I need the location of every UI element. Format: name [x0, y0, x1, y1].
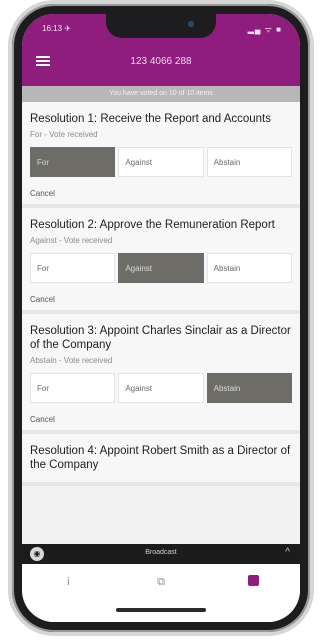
- vote-against-button[interactable]: Against: [118, 147, 204, 177]
- voting-icon: [248, 575, 260, 586]
- tab-info[interactable]: i: [22, 576, 115, 588]
- resolution-list: Resolution 1: Receive the Report and Acc…: [22, 102, 300, 486]
- resolution-title: Resolution 3: Appoint Charles Sinclair a…: [30, 325, 291, 351]
- vote-abstain-button[interactable]: Abstain: [206, 373, 292, 403]
- resolution-status: For - Vote received: [30, 130, 98, 139]
- resolution-item: Resolution 2: Approve the Remuneration R…: [22, 208, 300, 314]
- resolution-item: Resolution 4: Appoint Robert Smith as a …: [22, 434, 300, 486]
- vote-options: For Against Abstain: [30, 253, 292, 283]
- resolution-status: Against - Vote received: [30, 236, 113, 245]
- cancel-vote-button[interactable]: Cancel: [30, 291, 292, 304]
- tab-voting[interactable]: [207, 575, 300, 589]
- vote-for-button[interactable]: For: [30, 253, 116, 283]
- status-icons: ▂▄ ᯤ ■: [247, 25, 282, 34]
- tab-messages[interactable]: ⧉: [115, 576, 208, 589]
- broadcast-bar[interactable]: ◉ Broadcast ^: [22, 544, 300, 564]
- vote-for-button[interactable]: For: [30, 147, 116, 177]
- resolution-title: Resolution 2: Approve the Remuneration R…: [30, 219, 275, 231]
- messages-icon: ⧉: [157, 575, 165, 588]
- chevron-up-icon[interactable]: ^: [285, 547, 290, 558]
- vote-against-button[interactable]: Against: [118, 373, 204, 403]
- tab-bar: i ⧉: [22, 564, 300, 600]
- resolution-status: Abstain - Vote received: [30, 356, 113, 365]
- info-icon: i: [67, 576, 70, 588]
- vote-options: For Against Abstain: [30, 147, 292, 177]
- cancel-vote-button[interactable]: Cancel: [30, 411, 292, 424]
- vote-options: For Against Abstain: [30, 373, 292, 403]
- vote-against-button[interactable]: Against: [118, 253, 204, 283]
- resolution-item: Resolution 3: Appoint Charles Sinclair a…: [22, 314, 300, 434]
- vote-for-button[interactable]: For: [30, 373, 116, 403]
- bottom-area: ◉ Broadcast ^ i ⧉: [22, 544, 300, 622]
- resolution-title: Resolution 4: Appoint Robert Smith as a …: [30, 445, 291, 471]
- cancel-vote-button[interactable]: Cancel: [30, 185, 292, 198]
- resolution-title: Resolution 1: Receive the Report and Acc…: [30, 113, 272, 125]
- notch: [106, 14, 216, 38]
- broadcast-label: Broadcast: [145, 549, 177, 556]
- vote-abstain-button[interactable]: Abstain: [206, 253, 292, 283]
- resolution-item: Resolution 1: Receive the Report and Acc…: [22, 102, 300, 208]
- page-title: 123 4066 288: [130, 56, 192, 67]
- vote-notice: You have voted on 10 of 10 items: [22, 86, 300, 102]
- app-screen: 16:13 ✈ ▂▄ ᯤ ■ 123 4066 288 You have vot…: [22, 14, 300, 622]
- vote-abstain-button[interactable]: Abstain: [206, 147, 292, 177]
- home-indicator[interactable]: [116, 608, 206, 612]
- camera-dot: [188, 21, 194, 27]
- status-time: 16:13 ✈: [42, 24, 71, 33]
